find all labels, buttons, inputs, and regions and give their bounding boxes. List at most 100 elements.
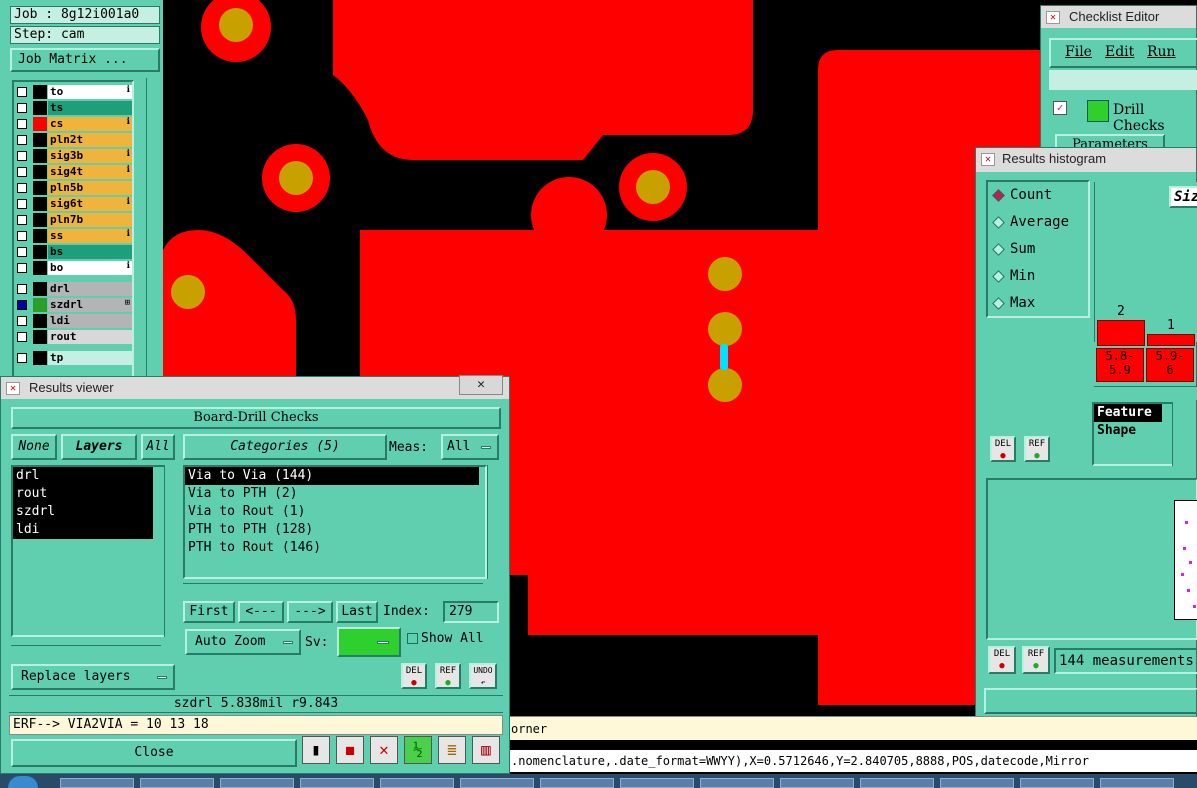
layer-row-sig4t[interactable]: sig4t ℹ [14,165,132,179]
first-button[interactable]: First [183,601,235,623]
layer-checkbox[interactable] [17,119,27,129]
list-item[interactable]: PTH to PTH (128) [185,521,485,539]
notes-icon[interactable]: ≣ [438,736,466,764]
taskbar-item[interactable] [300,778,374,788]
layer-checkbox[interactable] [17,231,27,241]
layer-color-swatch[interactable] [33,197,47,211]
layer-row-pln2t[interactable]: pln2t [14,133,132,147]
feature-list-scrollbar[interactable] [1172,402,1186,466]
meas-dropdown[interactable]: All [441,434,499,460]
list-item[interactable]: Via to Rout (1) [185,503,485,521]
ref-button[interactable]: REF ● [1024,436,1050,462]
layer-row-sig3b[interactable]: sig3b ℹ [14,149,132,163]
erf-delete-icon[interactable]: ✕ [370,736,398,764]
layer-checkbox[interactable] [17,167,27,177]
layer-checkbox[interactable] [17,316,27,326]
probe-icon[interactable]: ▮ [302,736,330,764]
next-button[interactable]: ---> [287,601,333,623]
radio-count[interactable]: Count [988,184,1088,206]
layer-row-szdrl[interactable]: szdrl ⊞ [14,298,132,312]
histogram-hscroll[interactable] [1094,386,1197,400]
layer-name[interactable]: szdrl [48,298,132,312]
layer-color-swatch[interactable] [33,261,47,275]
radio-min[interactable]: Min [988,265,1088,287]
layer-name[interactable]: sig3b [48,149,132,163]
taskbar-item[interactable] [940,778,1014,788]
layer-name[interactable]: bs [48,245,132,259]
del-button[interactable]: DEL ● [990,436,1016,462]
layer-name[interactable]: tp [48,351,132,365]
taskbar-item[interactable] [220,778,294,788]
layer-name[interactable]: sig6t [48,197,132,211]
list-item[interactable]: drl [13,467,153,485]
list-item[interactable]: Via to Via (144) [185,467,479,485]
radio-max[interactable]: Max [988,292,1088,314]
layer-checkbox[interactable] [17,300,27,310]
last-button[interactable]: Last [336,601,378,623]
ref-button-bottom[interactable]: REF ● [1022,646,1050,674]
del-button-bottom[interactable]: DEL ● [988,646,1016,674]
radio-sum[interactable]: Sum [988,238,1088,260]
list-item[interactable]: rout [13,485,153,503]
layer-name[interactable]: drl [48,282,132,296]
layer-row-tp[interactable]: tp [14,351,132,365]
undo-button[interactable]: UNDO ↶ [469,663,497,689]
taskbar-item[interactable] [140,778,214,788]
list-item[interactable]: ldi [13,521,153,539]
replace-layers-dropdown[interactable]: Replace layers [11,664,175,690]
layer-checkbox[interactable] [17,151,27,161]
radio-average[interactable]: Average [988,211,1088,233]
layer-name[interactable]: sig4t [48,165,132,179]
layer-name[interactable]: ts [48,101,132,115]
layer-color-swatch[interactable] [33,282,47,296]
layer-name[interactable]: bo [48,261,132,275]
layer-checkbox[interactable] [17,332,27,342]
layer-name[interactable]: ss [48,229,132,243]
report-icon[interactable]: ◼ [336,736,364,764]
layer-row-rout[interactable]: rout [14,330,132,344]
menu-run[interactable]: Run [1147,44,1176,60]
del-button[interactable]: DEL ● [401,663,427,689]
category-list-hscroll[interactable] [183,583,483,597]
layer-color-swatch[interactable] [33,165,47,179]
layer-checkbox[interactable] [17,353,27,363]
layer-checkbox[interactable] [17,215,27,225]
layer-color-swatch[interactable] [33,351,47,365]
histogram-icon[interactable]: ▥ [472,736,500,764]
layer-checkbox[interactable] [17,199,27,209]
layer-checkbox[interactable] [17,103,27,113]
menu-edit[interactable]: Edit [1105,44,1134,60]
layer-color-swatch[interactable] [33,85,47,99]
menu-file[interactable]: File [1065,44,1092,60]
histogram-titlebar[interactable]: ✕ Results histogram [976,148,1196,172]
drill-checks-checkbox[interactable]: ✓ [1053,101,1067,115]
layer-color-swatch[interactable] [33,245,47,259]
previous-button[interactable]: <--- [238,601,284,623]
taskbar-item[interactable] [60,778,134,788]
taskbar-item[interactable] [620,778,694,788]
auto-zoom-dropdown[interactable]: Auto Zoom [185,629,301,655]
layer-color-swatch[interactable] [33,181,47,195]
layer-checkbox[interactable] [17,183,27,193]
all-button[interactable]: All [141,434,175,460]
layer-row-pln7b[interactable]: pln7b [14,213,132,227]
layer-color-swatch[interactable] [33,330,47,344]
layer-checkbox[interactable] [17,284,27,294]
close-icon[interactable]: ✕ [459,375,503,395]
layer-color-swatch[interactable] [33,117,47,131]
taskbar-item[interactable] [1100,778,1174,788]
layer-color-swatch[interactable] [33,229,47,243]
index-field[interactable]: 279 [443,601,499,623]
list-item[interactable]: PTH to Rout (146) [185,539,485,557]
layer-row-pln5b[interactable]: pln5b [14,181,132,195]
layer-results-scrollbar[interactable] [164,465,178,637]
layer-row-bo[interactable]: bo ℹ [14,261,132,275]
category-list-scrollbar[interactable] [487,465,501,579]
taskbar-item[interactable] [540,778,614,788]
start-button[interactable] [8,776,38,788]
layer-name[interactable]: pln5b [48,181,132,195]
layer-color-swatch[interactable] [33,133,47,147]
close-button[interactable]: Close [11,739,297,767]
histogram-bar[interactable] [1097,320,1145,346]
histogram-close-button[interactable] [984,688,1197,714]
